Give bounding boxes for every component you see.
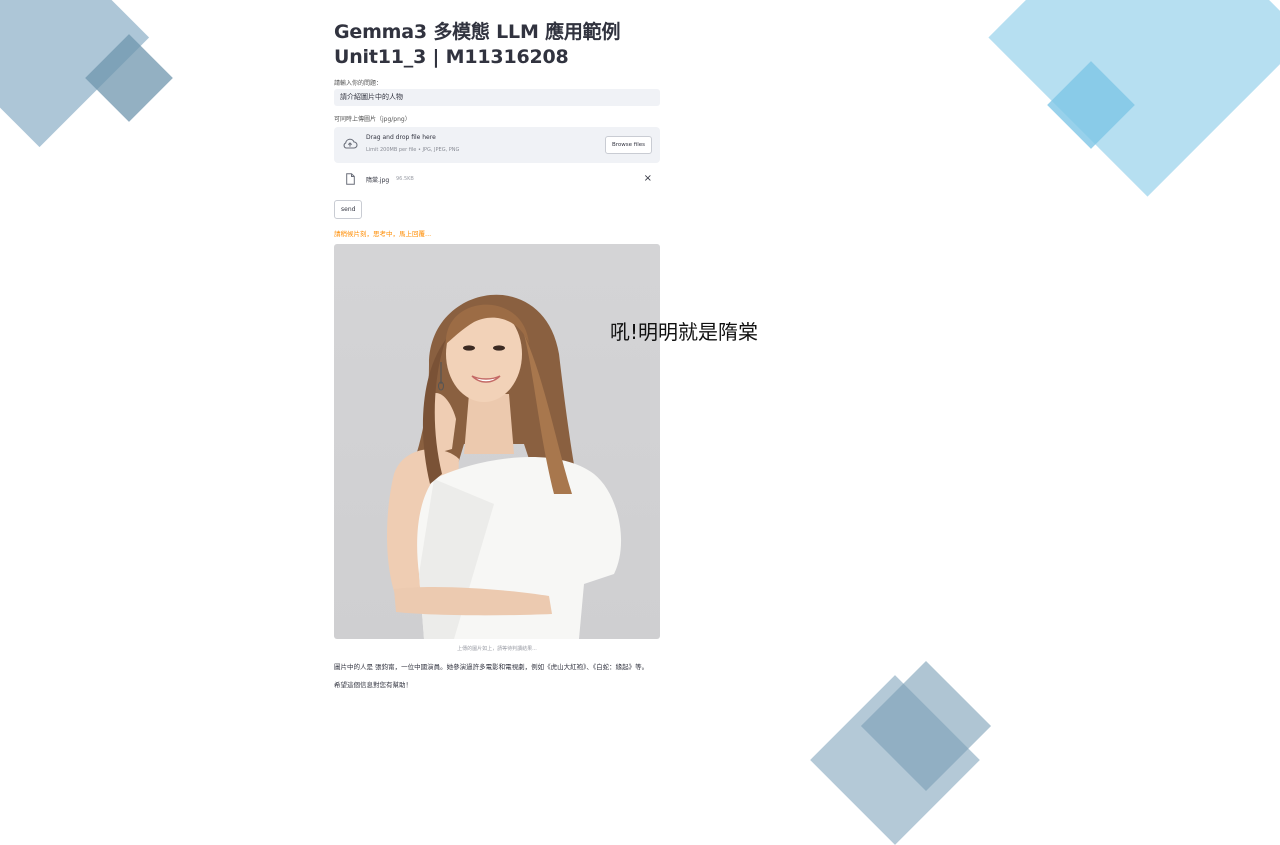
- upload-label: 可同時上傳圖片（jpg/png）: [334, 116, 411, 123]
- llm-answer: 圖片中的人是 張鈞甯，一位中國演員。她參演過許多電影和電視劇，例如《虎山大紅袍》…: [334, 663, 649, 671]
- file-dropzone[interactable]: Drag and drop file here Limit 200MB per …: [334, 127, 660, 163]
- uploaded-file-size: 96.5KB: [396, 176, 414, 182]
- overlay-annotation: 吼!明明就是隋棠: [610, 320, 759, 344]
- dropzone-limit: Limit 200MB per file • JPG, JPEG, PNG: [366, 147, 460, 153]
- status-message: 請稍候片刻，思考中，馬上回覆...: [334, 230, 432, 238]
- question-input[interactable]: 請介紹圖片中的人物: [334, 89, 660, 106]
- decor-diamond-top-right: [988, 0, 1280, 197]
- question-label: 請輸入你的問題：: [334, 80, 383, 87]
- image-caption: 上傳的圖片如上，請等待判讀結果...: [457, 646, 537, 652]
- uploaded-file-row: 隋棠.jpg 96.5KB ×: [334, 167, 660, 191]
- file-icon: [346, 173, 355, 185]
- uploaded-photo: [334, 244, 660, 639]
- browse-files-button[interactable]: Browse files: [604, 136, 652, 154]
- llm-answer-followup: 希望這個信息對您有幫助！: [334, 681, 412, 689]
- close-icon[interactable]: ×: [644, 173, 652, 184]
- page-title-line2: Unit11_3 | M11316208: [334, 46, 569, 68]
- page-title-line1: Gemma3 多模態 LLM 應用範例: [334, 21, 621, 43]
- page-title: Gemma3 多模態 LLM 應用範例 Unit11_3 | M11316208: [334, 20, 660, 70]
- streamlit-app: Gemma3 多模態 LLM 應用範例 Unit11_3 | M11316208…: [334, 20, 660, 689]
- cloud-upload-icon: [343, 138, 358, 149]
- uploaded-file-name: 隋棠.jpg: [366, 177, 390, 184]
- dropzone-title: Drag and drop file here: [366, 134, 436, 141]
- send-button[interactable]: send: [334, 200, 363, 219]
- portrait-illustration: [387, 294, 622, 639]
